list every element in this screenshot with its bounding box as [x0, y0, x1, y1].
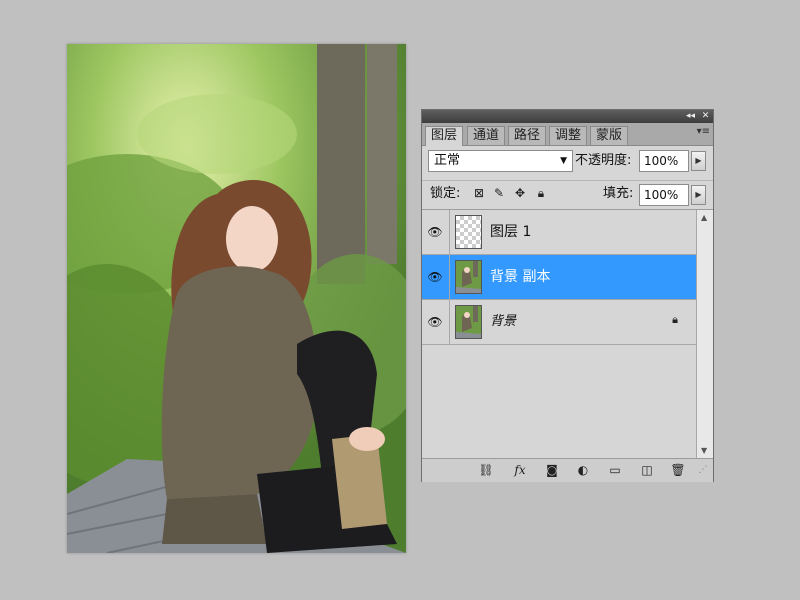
layer-thumbnail [455, 305, 482, 339]
opacity-field[interactable]: 100% [639, 150, 689, 172]
fill-field[interactable]: 100% [639, 184, 689, 206]
layer-lock-icon: 🔒︎ [672, 313, 678, 326]
lock-position-move-icon[interactable]: ✥ [513, 186, 527, 200]
eye-visibility-icon[interactable]: 👁︎ [425, 222, 445, 242]
scroll-down-icon[interactable]: ▼ [701, 446, 707, 455]
eye-column-divider [449, 255, 450, 300]
blend-mode-value: 正常 [434, 153, 461, 168]
resize-grip-icon[interactable]: ⋰ [694, 462, 712, 478]
fill-slider-button[interactable]: ▶ [691, 185, 706, 205]
panel-titlebar[interactable]: ◂◂ ✕ [422, 110, 713, 123]
collapse-panel-icon[interactable]: ◂◂ [684, 110, 697, 123]
panel-menu-icon[interactable]: ▾≡ [697, 126, 710, 137]
scroll-up-icon[interactable]: ▲ [701, 213, 707, 222]
add-mask-icon[interactable]: ◙ [543, 462, 561, 478]
eye-column-divider [449, 300, 450, 345]
lock-pixels-brush-icon[interactable]: ✎ [492, 186, 506, 200]
layer-list-scrollbar[interactable]: ▲ ▼ [696, 210, 713, 458]
lock-fill-row: 锁定: ⊠ ✎ ✥ 🔒︎ 填充: 100% ▶ [422, 181, 713, 210]
opacity-label: 不透明度: [575, 153, 632, 168]
tab-paths[interactable]: 路径 [508, 126, 547, 145]
adjustment-layer-icon[interactable]: ◐ [574, 462, 592, 478]
new-layer-icon[interactable]: ◫ [638, 462, 656, 478]
tab-channels[interactable]: 通道 [467, 126, 506, 145]
layer-name[interactable]: 图层 1 [490, 222, 531, 242]
lock-label: 锁定: [430, 186, 461, 201]
eye-visibility-icon[interactable]: 👁︎ [425, 267, 445, 287]
blend-opacity-row: 正常 ▼ 不透明度: 100% ▶ [422, 146, 713, 181]
tab-adjustments[interactable]: 调整 [549, 126, 588, 145]
layer-row-background-copy[interactable]: 👁︎ 背景 副本 [422, 255, 696, 300]
layer-thumbnail [455, 260, 482, 294]
group-folder-icon[interactable]: ▭ [606, 462, 624, 478]
thumbnail-photo-icon [456, 306, 481, 338]
eye-column-divider [449, 210, 450, 255]
opacity-slider-button[interactable]: ▶ [691, 151, 706, 171]
layer-row-background[interactable]: 👁︎ 背景 🔒︎ [422, 300, 696, 345]
blend-mode-select[interactable]: 正常 ▼ [428, 150, 573, 172]
eye-visibility-icon[interactable]: 👁︎ [425, 312, 445, 332]
panel-bottom-toolbar: ⛓ fx ◙ ◐ ▭ ◫ 🗑︎ ⋰ [422, 458, 713, 482]
layer-thumbnail [455, 215, 482, 249]
chevron-down-icon: ▼ [560, 156, 567, 166]
layer-name[interactable]: 背景 [490, 312, 516, 332]
trash-icon[interactable]: 🗑︎ [669, 462, 687, 478]
fill-label: 填充: [603, 186, 634, 201]
layers-panel: ◂◂ ✕ 图层 通道 路径 调整 蒙版 ▾≡ 正常 ▼ 不透明度: 100% ▶… [421, 109, 714, 482]
photo-illustration [67, 44, 406, 553]
link-layers-icon[interactable]: ⛓ [477, 462, 495, 478]
tab-layers[interactable]: 图层 [425, 126, 464, 146]
panel-tab-row: 图层 通道 路径 调整 蒙版 ▾≡ [422, 123, 713, 146]
thumbnail-photo-icon [456, 261, 481, 293]
canvas-photo [67, 44, 406, 553]
layer-list: 👁︎ 图层 1 👁︎ 背景 副本 👁︎ 背景 🔒︎ [422, 210, 696, 458]
close-panel-icon[interactable]: ✕ [699, 110, 712, 123]
lock-transparency-icon[interactable]: ⊠ [472, 186, 486, 200]
layer-name[interactable]: 背景 副本 [490, 267, 550, 287]
tab-masks[interactable]: 蒙版 [590, 126, 629, 145]
lock-all-icon[interactable]: 🔒︎ [534, 186, 548, 200]
fx-icon[interactable]: fx [511, 462, 529, 478]
layer-row-layer1[interactable]: 👁︎ 图层 1 [422, 210, 696, 255]
